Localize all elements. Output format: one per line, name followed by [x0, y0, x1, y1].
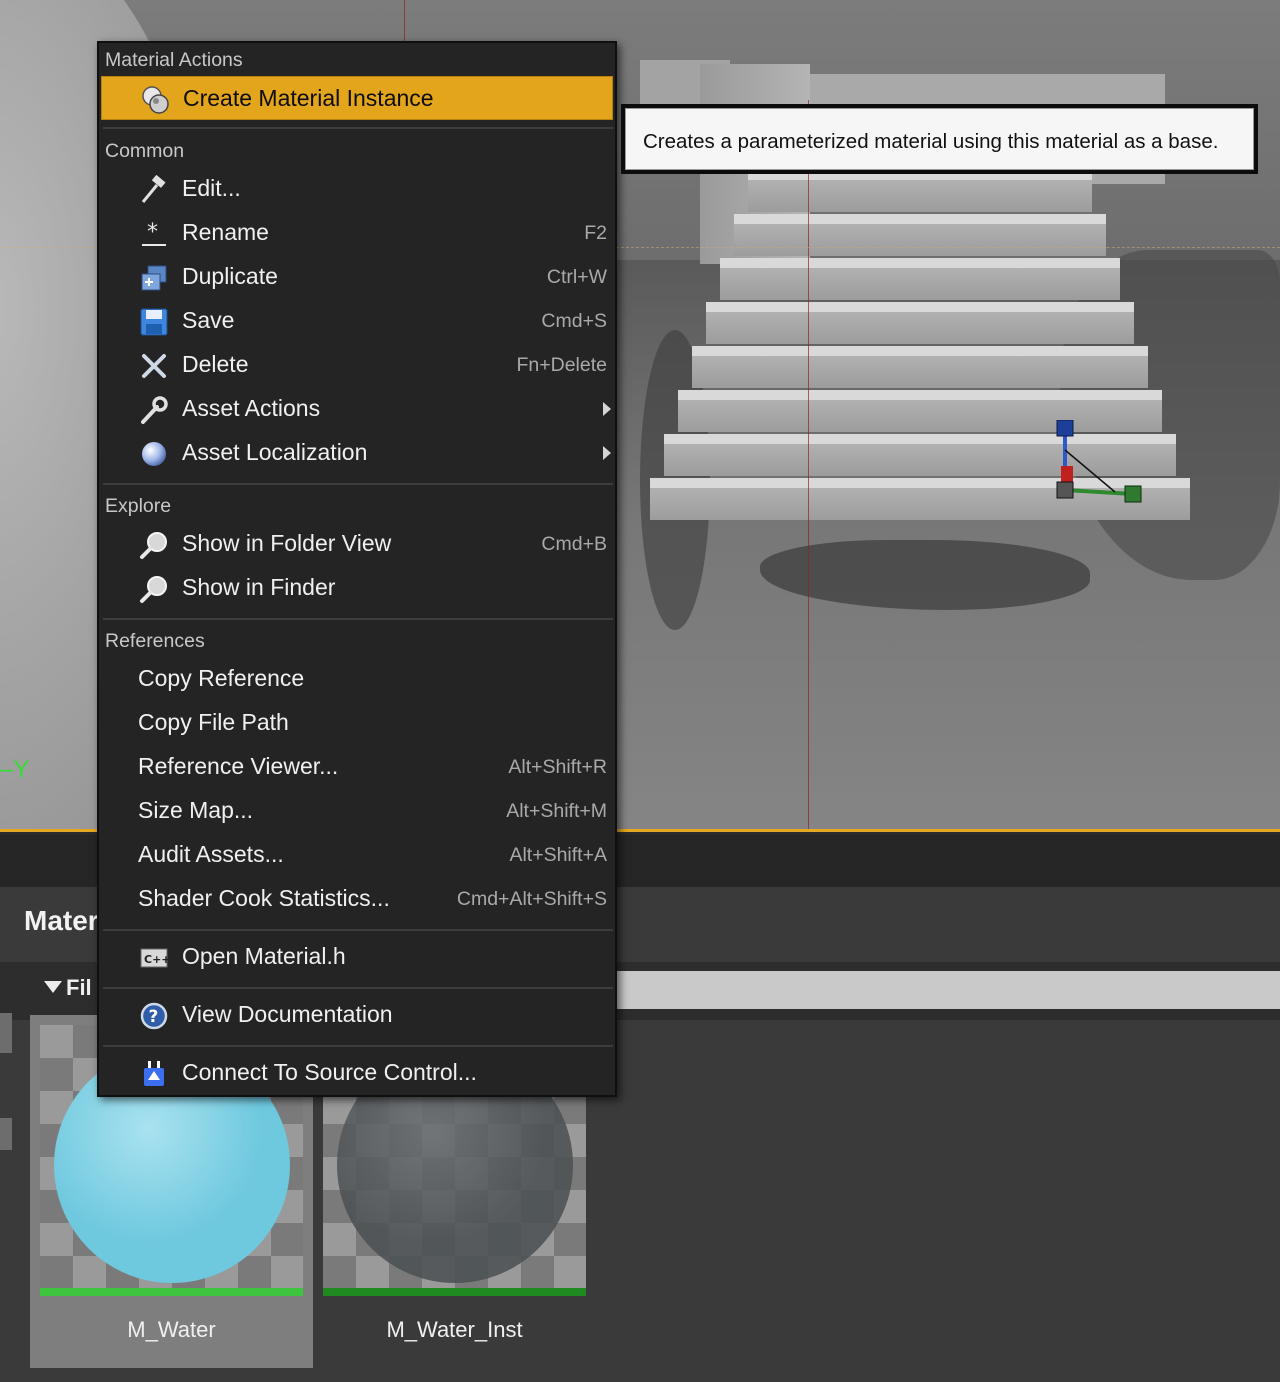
menu-item-show-in-finder[interactable]: Show in Finder	[101, 566, 613, 610]
magnifier-icon	[140, 532, 167, 559]
material-instance-icon	[142, 86, 169, 114]
menu-separator	[103, 929, 613, 931]
filter-button[interactable]: Fil	[44, 975, 92, 1001]
menu-separator	[103, 1045, 613, 1047]
delete-icon	[142, 354, 166, 378]
menu-item-shader-cook-statistics[interactable]: Shader Cook Statistics... Cmd+Alt+Shift+…	[101, 877, 613, 921]
menu-item-create-material-instance[interactable]: Create Material Instance	[101, 76, 613, 120]
tooltip: Creates a parameterized material using t…	[621, 104, 1258, 174]
stair-step	[748, 170, 1092, 212]
menu-separator	[103, 987, 613, 989]
filter-icon	[44, 981, 62, 993]
menu-item-reference-viewer[interactable]: Reference Viewer... Alt+Shift+R	[101, 745, 613, 789]
rename-icon: *	[142, 220, 166, 246]
menu-separator	[103, 483, 613, 485]
globe-icon	[142, 442, 166, 466]
grid-line	[808, 100, 809, 832]
stair-step	[692, 346, 1148, 388]
stair-step	[706, 302, 1134, 344]
menu-item-edit[interactable]: Edit...	[101, 167, 613, 211]
svg-text:*: *	[147, 220, 158, 245]
menu-item-asset-actions[interactable]: Asset Actions	[101, 387, 613, 431]
grid-line	[404, 0, 405, 42]
menu-separator	[103, 618, 613, 620]
save-icon	[140, 308, 168, 336]
sources-panel-edge[interactable]	[0, 968, 12, 1158]
menu-item-size-map[interactable]: Size Map... Alt+Shift+M	[101, 789, 613, 833]
search-input[interactable]	[616, 971, 1280, 1009]
menu-item-copy-reference[interactable]: Copy Reference	[101, 657, 613, 701]
submenu-arrow-icon	[603, 446, 611, 460]
menu-item-view-documentation[interactable]: ? View Documentation	[101, 993, 613, 1037]
menu-separator	[103, 127, 613, 129]
asset-name: M_Water_Inst	[386, 1317, 523, 1342]
section-explore: Explore	[105, 495, 172, 517]
section-references: References	[105, 630, 205, 652]
edit-hammer-icon	[141, 175, 166, 203]
stair-step	[734, 214, 1106, 256]
help-icon: ?	[140, 1002, 168, 1030]
section-common: Common	[105, 140, 185, 162]
content-browser-title: Mater	[24, 905, 99, 936]
cpp-file-icon: C++	[140, 948, 169, 968]
menu-item-connect-to-source-control[interactable]: Connect To Source Control...	[101, 1051, 613, 1095]
asset-context-menu: Material Actions Create Material Instanc…	[97, 41, 617, 1097]
submenu-arrow-icon	[603, 402, 611, 416]
transform-gizmo-icon[interactable]	[1055, 420, 1145, 510]
asset-type-color-bar	[323, 1288, 586, 1296]
svg-text:C++: C++	[144, 953, 169, 966]
asset-name: M_Water	[127, 1317, 216, 1342]
source-control-plug-icon	[144, 1061, 164, 1086]
menu-item-open-material-h[interactable]: C++ Open Material.h	[101, 935, 613, 979]
menu-item-asset-localization[interactable]: Asset Localization	[101, 431, 613, 475]
menu-item-delete[interactable]: Delete Fn+Delete	[101, 343, 613, 387]
menu-item-copy-file-path[interactable]: Copy File Path	[101, 701, 613, 745]
menu-item-audit-assets[interactable]: Audit Assets... Alt+Shift+A	[101, 833, 613, 877]
menu-item-show-in-folder-view[interactable]: Show in Folder View Cmd+B	[101, 522, 613, 566]
section-material-actions: Material Actions	[105, 49, 243, 71]
tooltip-text: Creates a parameterized material using t…	[643, 130, 1219, 153]
duplicate-icon	[141, 265, 167, 291]
axis-y-label: –Y	[0, 756, 30, 783]
svg-text:?: ?	[149, 1007, 159, 1027]
magnifier-icon	[140, 576, 167, 603]
wrench-icon	[141, 396, 168, 424]
menu-item-rename[interactable]: * Rename F2	[101, 211, 613, 255]
menu-item-save[interactable]: Save Cmd+S	[101, 299, 613, 343]
stair-step	[720, 258, 1120, 300]
menu-item-duplicate[interactable]: Duplicate Ctrl+W	[101, 255, 613, 299]
asset-type-color-bar	[40, 1288, 303, 1296]
